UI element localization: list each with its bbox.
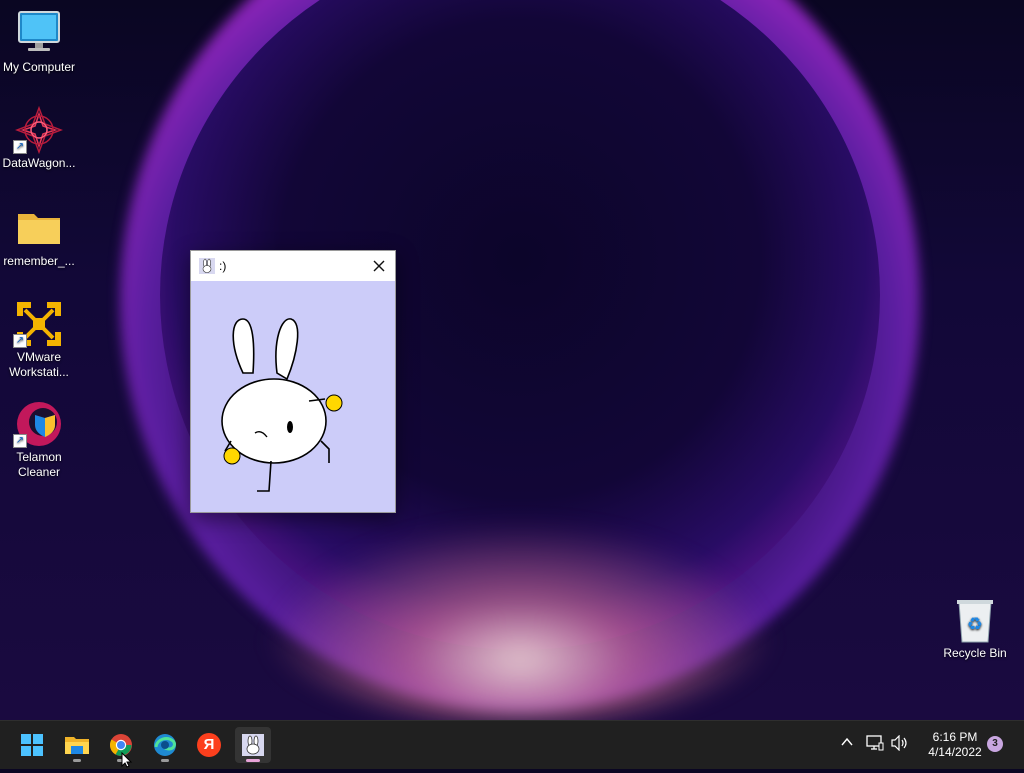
- telamon-icon: ↗: [13, 400, 63, 448]
- desktop-wallpaper: [0, 0, 1024, 720]
- recycle-bin-icon: ♻: [951, 596, 999, 644]
- close-icon: [373, 260, 385, 272]
- desktop-icon-label: DataWagon...: [2, 156, 76, 170]
- bunny-figure: [221, 318, 343, 492]
- notification-badge[interactable]: 3: [987, 736, 1003, 752]
- running-indicator: [73, 759, 81, 762]
- desktop-icon-datawagon[interactable]: ↗ DataWagon...: [1, 105, 77, 171]
- mouse-cursor-icon: [121, 751, 133, 773]
- volume-button[interactable]: [891, 734, 909, 756]
- desktop-icon-telamon-cleaner[interactable]: ↗ Telamon Cleaner: [1, 400, 77, 480]
- network-button[interactable]: [866, 735, 884, 756]
- window-title: :): [219, 259, 227, 273]
- vmware-icon: ↗: [13, 300, 63, 348]
- shortcut-arrow-icon: ↗: [13, 434, 27, 448]
- desktop-icon-label: remember_...: [3, 254, 75, 268]
- desktop-icon-label: Recycle Bin: [943, 646, 1007, 660]
- folder-icon: [15, 204, 63, 252]
- clock-time: 6:16 PM: [932, 730, 978, 744]
- bunny-icon: [199, 258, 215, 274]
- yandex-icon: Я: [197, 733, 221, 757]
- start-button[interactable]: [14, 727, 50, 763]
- desktop-icon-vmware[interactable]: ↗ VMware Workstati...: [1, 300, 77, 380]
- shortcut-arrow-icon: ↗: [13, 140, 27, 154]
- desktop-icon-remember-folder[interactable]: remember_...: [1, 204, 77, 269]
- wallpaper-glow: [260, 520, 780, 720]
- desktop-icon-label: My Computer: [2, 60, 76, 74]
- show-hidden-icons-button[interactable]: [840, 735, 854, 754]
- bunny-window[interactable]: :): [190, 250, 396, 513]
- edge-icon: [154, 734, 176, 756]
- network-icon: [866, 735, 884, 751]
- taskbar: Я 6:16 PM 4/14/2022: [0, 720, 1024, 769]
- chevron-up-icon: [841, 737, 853, 746]
- taskbar-yandex[interactable]: Я: [191, 727, 227, 763]
- speaker-icon: [891, 734, 907, 752]
- taskbar-edge[interactable]: [147, 727, 183, 763]
- desktop-icon-my-computer[interactable]: My Computer: [1, 10, 77, 75]
- active-indicator: [246, 759, 260, 762]
- desktop-icon-label: VMware Workstati...: [9, 350, 69, 379]
- close-button[interactable]: [363, 251, 395, 281]
- bunny-app-icon: [242, 734, 264, 756]
- taskbar-file-explorer[interactable]: [59, 727, 95, 763]
- desktop-icon-label: Telamon Cleaner: [16, 450, 62, 479]
- clock-date: 4/14/2022: [928, 745, 982, 759]
- svg-text:♻: ♻: [967, 614, 983, 634]
- windows-start-icon: [21, 734, 43, 756]
- window-titlebar[interactable]: :): [191, 251, 395, 281]
- desktop-icon-recycle-bin[interactable]: ♻ Recycle Bin: [937, 596, 1013, 661]
- shortcut-arrow-icon: ↗: [13, 334, 27, 348]
- clock[interactable]: 6:16 PM 4/14/2022: [916, 730, 994, 760]
- bunny-canvas: [191, 281, 395, 512]
- datawagon-icon: ↗: [13, 105, 64, 155]
- taskbar-bunny-app[interactable]: [235, 727, 271, 763]
- running-indicator: [161, 759, 169, 762]
- monitor-icon: [15, 10, 63, 58]
- file-explorer-icon: [65, 737, 89, 754]
